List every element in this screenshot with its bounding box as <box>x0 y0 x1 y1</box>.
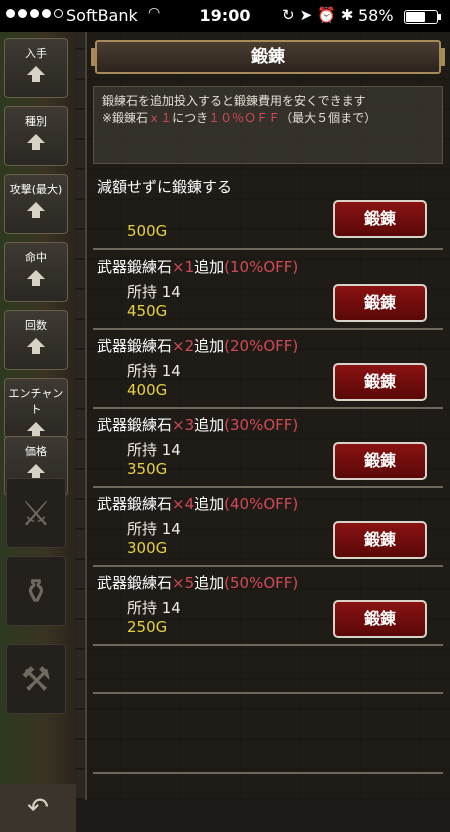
divider <box>93 692 443 694</box>
sidebar-item-label: 回数 <box>25 319 47 332</box>
forge-notice: 鍛練石を追加投入すると鍛錬費用を安くできます ※鍛錬石ｘ１につき１０％ＯＦＦ（最… <box>93 86 443 164</box>
anvil-icon[interactable]: ⚒ <box>6 644 66 714</box>
forge-option-row: 武器鍛練石×4追加(40%OFF) 所持 14 300G 鍛錬 <box>93 487 443 567</box>
sort-accuracy-button[interactable]: 命中 <box>4 242 68 302</box>
sort-up-icon <box>27 202 45 218</box>
sort-up-icon <box>27 270 45 286</box>
option-name: 武器鍛練石×5追加(50%OFF) <box>97 574 299 592</box>
sidebar-item-label: 価格 <box>25 445 47 458</box>
option-price: 250G <box>127 618 168 636</box>
sort-acquired-button[interactable]: 入手 <box>4 38 68 98</box>
owned-count: 所持 14 <box>127 283 181 301</box>
vase-icon[interactable]: ⚱ <box>6 556 66 626</box>
option-name: 減額せずに鍛錬する <box>97 178 233 196</box>
option-price: 400G <box>127 381 168 399</box>
sort-up-icon <box>27 464 45 480</box>
forge-option-row: 武器鍛練石×2追加(20%OFF) 所持 14 400G 鍛錬 <box>93 329 443 409</box>
option-price: 300G <box>127 539 168 557</box>
status-icons: ↻➤⏰✱ <box>282 6 359 24</box>
owned-count: 所持 14 <box>127 362 181 380</box>
battery-percent: 58% <box>358 6 394 25</box>
sort-enchant-button[interactable]: エンチャント <box>4 378 68 438</box>
option-name: 武器鍛練石×3追加(30%OFF) <box>97 416 299 434</box>
forge-button[interactable]: 鍛錬 <box>333 600 427 638</box>
forge-button[interactable]: 鍛錬 <box>333 442 427 480</box>
sidebar-item-label: 種別 <box>25 115 47 128</box>
sidebar-item-label: エンチャント <box>8 387 64 416</box>
option-price: 500G <box>127 222 168 240</box>
sort-up-icon <box>27 134 45 150</box>
sidebar-item-label: 命中 <box>25 251 47 264</box>
page-title: 鍛錬 <box>91 40 445 74</box>
owned-count: 所持 14 <box>127 520 181 538</box>
option-name: 武器鍛練石×1追加(10%OFF) <box>97 258 299 276</box>
notice-line: ※鍛錬石ｘ１につき１０％ＯＦＦ（最大５個まで） <box>102 111 377 125</box>
forge-option-row: 減額せずに鍛錬する 500G 鍛錬 <box>93 170 443 250</box>
status-bar: SoftBank ◠ 19:00 ↻➤⏰✱ 58% <box>0 0 450 32</box>
forge-panel: 鍛錬 鍛練石を追加投入すると鍛錬費用を安くできます ※鍛錬石ｘ１につき１０％ＯＦ… <box>85 32 450 800</box>
sidebar-item-label: 攻撃(最大) <box>9 183 63 196</box>
forge-button[interactable]: 鍛錬 <box>333 284 427 322</box>
forge-option-row: 武器鍛練石×5追加(50%OFF) 所持 14 250G 鍛錬 <box>93 566 443 646</box>
owned-count: 所持 14 <box>127 441 181 459</box>
owned-count: 所持 14 <box>127 599 181 617</box>
sort-up-icon <box>27 422 45 438</box>
forge-button[interactable]: 鍛錬 <box>333 521 427 559</box>
sort-count-button[interactable]: 回数 <box>4 310 68 370</box>
sidebar-item-label: 入手 <box>25 47 47 60</box>
divider <box>93 772 443 774</box>
sort-up-icon <box>27 66 45 82</box>
sort-up-icon <box>27 338 45 354</box>
forge-option-row: 武器鍛練石×1追加(10%OFF) 所持 14 450G 鍛錬 <box>93 250 443 330</box>
option-name: 武器鍛練石×2追加(20%OFF) <box>97 337 299 355</box>
back-arrow-icon[interactable]: ↶ <box>0 784 76 832</box>
battery-icon <box>404 10 441 24</box>
sort-type-button[interactable]: 種別 <box>4 106 68 166</box>
filter-sidebar: 入手 種別 攻撃(最大) 命中 回数 エンチャント 価格 ⚔ ⚱ ⚒ ↶ <box>0 32 76 832</box>
crossed-swords-icon[interactable]: ⚔ <box>6 478 66 548</box>
forge-button[interactable]: 鍛錬 <box>333 200 427 238</box>
option-name: 武器鍛練石×4追加(40%OFF) <box>97 495 299 513</box>
option-price: 350G <box>127 460 168 478</box>
forge-option-row: 武器鍛練石×3追加(30%OFF) 所持 14 350G 鍛錬 <box>93 408 443 488</box>
sort-attack-button[interactable]: 攻撃(最大) <box>4 174 68 234</box>
notice-line: 鍛練石を追加投入すると鍛錬費用を安くできます <box>102 94 366 108</box>
option-price: 450G <box>127 302 168 320</box>
forge-button[interactable]: 鍛錬 <box>333 363 427 401</box>
